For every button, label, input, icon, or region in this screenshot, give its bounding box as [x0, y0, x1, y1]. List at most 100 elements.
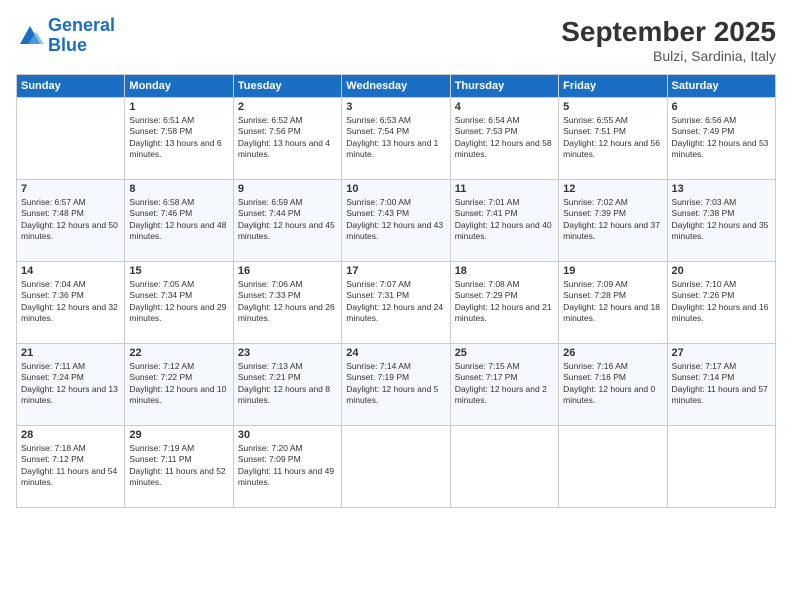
- day-info: Sunrise: 6:54 AMSunset: 7:53 PMDaylight:…: [455, 115, 554, 161]
- calendar-cell: 17 Sunrise: 7:07 AMSunset: 7:31 PMDaylig…: [342, 262, 450, 344]
- header-day-friday: Friday: [559, 75, 667, 98]
- calendar-cell: 3 Sunrise: 6:53 AMSunset: 7:54 PMDayligh…: [342, 98, 450, 180]
- calendar-week-5: 28 Sunrise: 7:18 AMSunset: 7:12 PMDaylig…: [17, 426, 776, 508]
- day-number: 10: [346, 183, 445, 195]
- calendar-cell: 15 Sunrise: 7:05 AMSunset: 7:34 PMDaylig…: [125, 262, 233, 344]
- day-info: Sunrise: 6:58 AMSunset: 7:46 PMDaylight:…: [129, 197, 228, 243]
- title-block: September 2025 Bulzi, Sardinia, Italy: [561, 16, 776, 64]
- day-info: Sunrise: 7:19 AMSunset: 7:11 PMDaylight:…: [129, 443, 228, 489]
- location: Bulzi, Sardinia, Italy: [561, 48, 776, 64]
- day-number: 30: [238, 429, 337, 441]
- month-title: September 2025: [561, 16, 776, 48]
- day-info: Sunrise: 7:10 AMSunset: 7:26 PMDaylight:…: [672, 279, 771, 325]
- day-info: Sunrise: 7:16 AMSunset: 7:16 PMDaylight:…: [563, 361, 662, 407]
- calendar-cell: [17, 98, 125, 180]
- day-number: 21: [21, 347, 120, 359]
- day-number: 15: [129, 265, 228, 277]
- calendar-cell: 7 Sunrise: 6:57 AMSunset: 7:48 PMDayligh…: [17, 180, 125, 262]
- day-info: Sunrise: 6:52 AMSunset: 7:56 PMDaylight:…: [238, 115, 337, 161]
- calendar-cell: 14 Sunrise: 7:04 AMSunset: 7:36 PMDaylig…: [17, 262, 125, 344]
- day-info: Sunrise: 7:03 AMSunset: 7:38 PMDaylight:…: [672, 197, 771, 243]
- calendar-cell: 6 Sunrise: 6:56 AMSunset: 7:49 PMDayligh…: [667, 98, 775, 180]
- calendar-cell: 18 Sunrise: 7:08 AMSunset: 7:29 PMDaylig…: [450, 262, 558, 344]
- calendar-week-2: 7 Sunrise: 6:57 AMSunset: 7:48 PMDayligh…: [17, 180, 776, 262]
- logo-blue: Blue: [48, 35, 87, 55]
- day-number: 6: [672, 101, 771, 113]
- day-info: Sunrise: 6:55 AMSunset: 7:51 PMDaylight:…: [563, 115, 662, 161]
- calendar-cell: 4 Sunrise: 6:54 AMSunset: 7:53 PMDayligh…: [450, 98, 558, 180]
- day-info: Sunrise: 7:18 AMSunset: 7:12 PMDaylight:…: [21, 443, 120, 489]
- calendar-cell: 12 Sunrise: 7:02 AMSunset: 7:39 PMDaylig…: [559, 180, 667, 262]
- calendar-cell: 29 Sunrise: 7:19 AMSunset: 7:11 PMDaylig…: [125, 426, 233, 508]
- day-number: 14: [21, 265, 120, 277]
- day-info: Sunrise: 7:17 AMSunset: 7:14 PMDaylight:…: [672, 361, 771, 407]
- day-info: Sunrise: 7:00 AMSunset: 7:43 PMDaylight:…: [346, 197, 445, 243]
- header-day-sunday: Sunday: [17, 75, 125, 98]
- day-info: Sunrise: 7:07 AMSunset: 7:31 PMDaylight:…: [346, 279, 445, 325]
- calendar-cell: [450, 426, 558, 508]
- day-number: 27: [672, 347, 771, 359]
- day-number: 24: [346, 347, 445, 359]
- logo-icon: [16, 22, 44, 50]
- calendar-cell: 16 Sunrise: 7:06 AMSunset: 7:33 PMDaylig…: [233, 262, 341, 344]
- calendar-cell: 1 Sunrise: 6:51 AMSunset: 7:58 PMDayligh…: [125, 98, 233, 180]
- day-info: Sunrise: 6:56 AMSunset: 7:49 PMDaylight:…: [672, 115, 771, 161]
- day-info: Sunrise: 6:51 AMSunset: 7:58 PMDaylight:…: [129, 115, 228, 161]
- day-number: 2: [238, 101, 337, 113]
- calendar-cell: 9 Sunrise: 6:59 AMSunset: 7:44 PMDayligh…: [233, 180, 341, 262]
- day-number: 28: [21, 429, 120, 441]
- header-day-tuesday: Tuesday: [233, 75, 341, 98]
- logo-general: General: [48, 15, 115, 35]
- calendar-cell: 23 Sunrise: 7:13 AMSunset: 7:21 PMDaylig…: [233, 344, 341, 426]
- day-number: 19: [563, 265, 662, 277]
- day-number: 26: [563, 347, 662, 359]
- calendar-cell: 27 Sunrise: 7:17 AMSunset: 7:14 PMDaylig…: [667, 344, 775, 426]
- calendar-cell: 10 Sunrise: 7:00 AMSunset: 7:43 PMDaylig…: [342, 180, 450, 262]
- calendar-cell: 30 Sunrise: 7:20 AMSunset: 7:09 PMDaylig…: [233, 426, 341, 508]
- calendar-cell: 11 Sunrise: 7:01 AMSunset: 7:41 PMDaylig…: [450, 180, 558, 262]
- day-number: 9: [238, 183, 337, 195]
- calendar-cell: 21 Sunrise: 7:11 AMSunset: 7:24 PMDaylig…: [17, 344, 125, 426]
- calendar-cell: 13 Sunrise: 7:03 AMSunset: 7:38 PMDaylig…: [667, 180, 775, 262]
- calendar-cell: 5 Sunrise: 6:55 AMSunset: 7:51 PMDayligh…: [559, 98, 667, 180]
- calendar-cell: 28 Sunrise: 7:18 AMSunset: 7:12 PMDaylig…: [17, 426, 125, 508]
- day-info: Sunrise: 7:01 AMSunset: 7:41 PMDaylight:…: [455, 197, 554, 243]
- calendar-cell: 8 Sunrise: 6:58 AMSunset: 7:46 PMDayligh…: [125, 180, 233, 262]
- day-info: Sunrise: 7:05 AMSunset: 7:34 PMDaylight:…: [129, 279, 228, 325]
- day-number: 17: [346, 265, 445, 277]
- day-info: Sunrise: 7:09 AMSunset: 7:28 PMDaylight:…: [563, 279, 662, 325]
- calendar-cell: 20 Sunrise: 7:10 AMSunset: 7:26 PMDaylig…: [667, 262, 775, 344]
- day-info: Sunrise: 6:59 AMSunset: 7:44 PMDaylight:…: [238, 197, 337, 243]
- day-info: Sunrise: 7:04 AMSunset: 7:36 PMDaylight:…: [21, 279, 120, 325]
- day-info: Sunrise: 7:13 AMSunset: 7:21 PMDaylight:…: [238, 361, 337, 407]
- calendar-week-3: 14 Sunrise: 7:04 AMSunset: 7:36 PMDaylig…: [17, 262, 776, 344]
- day-info: Sunrise: 7:06 AMSunset: 7:33 PMDaylight:…: [238, 279, 337, 325]
- day-number: 11: [455, 183, 554, 195]
- calendar-cell: 19 Sunrise: 7:09 AMSunset: 7:28 PMDaylig…: [559, 262, 667, 344]
- calendar-cell: 24 Sunrise: 7:14 AMSunset: 7:19 PMDaylig…: [342, 344, 450, 426]
- day-number: 25: [455, 347, 554, 359]
- header-day-saturday: Saturday: [667, 75, 775, 98]
- day-number: 13: [672, 183, 771, 195]
- calendar-week-1: 1 Sunrise: 6:51 AMSunset: 7:58 PMDayligh…: [17, 98, 776, 180]
- day-number: 29: [129, 429, 228, 441]
- calendar-header-row: SundayMondayTuesdayWednesdayThursdayFrid…: [17, 75, 776, 98]
- logo: General Blue: [16, 16, 115, 56]
- page-header: General Blue September 2025 Bulzi, Sardi…: [16, 16, 776, 64]
- day-number: 8: [129, 183, 228, 195]
- day-info: Sunrise: 7:14 AMSunset: 7:19 PMDaylight:…: [346, 361, 445, 407]
- day-info: Sunrise: 6:57 AMSunset: 7:48 PMDaylight:…: [21, 197, 120, 243]
- calendar-cell: 25 Sunrise: 7:15 AMSunset: 7:17 PMDaylig…: [450, 344, 558, 426]
- day-info: Sunrise: 7:12 AMSunset: 7:22 PMDaylight:…: [129, 361, 228, 407]
- day-number: 23: [238, 347, 337, 359]
- calendar-cell: 2 Sunrise: 6:52 AMSunset: 7:56 PMDayligh…: [233, 98, 341, 180]
- calendar-cell: 26 Sunrise: 7:16 AMSunset: 7:16 PMDaylig…: [559, 344, 667, 426]
- calendar-cell: [342, 426, 450, 508]
- day-number: 12: [563, 183, 662, 195]
- day-number: 4: [455, 101, 554, 113]
- day-number: 20: [672, 265, 771, 277]
- day-info: Sunrise: 6:53 AMSunset: 7:54 PMDaylight:…: [346, 115, 445, 161]
- day-number: 22: [129, 347, 228, 359]
- header-day-monday: Monday: [125, 75, 233, 98]
- day-number: 3: [346, 101, 445, 113]
